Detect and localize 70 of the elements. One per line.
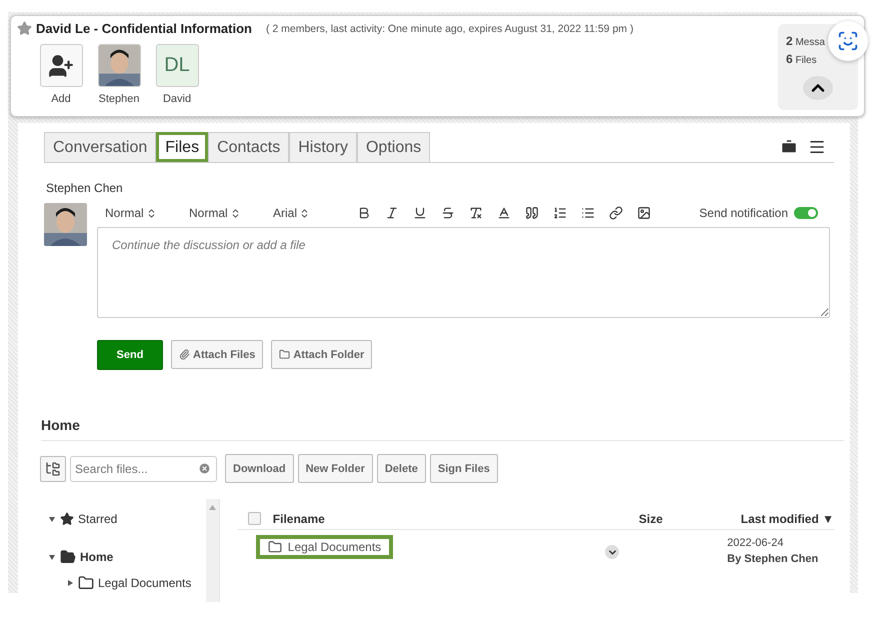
column-header[interactable]: Filename bbox=[272, 512, 639, 526]
attach-files-button[interactable]: Attach Files bbox=[171, 340, 264, 369]
author-name: Stephen Chen bbox=[46, 181, 124, 195]
tab[interactable]: Contacts bbox=[208, 132, 290, 162]
tab[interactable]: Options bbox=[356, 132, 430, 162]
scrollbar[interactable] bbox=[206, 499, 220, 602]
folder-icon bbox=[78, 575, 94, 591]
folder-icon bbox=[279, 349, 290, 360]
paperclip-icon bbox=[179, 349, 190, 360]
file-action-button[interactable]: Delete bbox=[376, 454, 426, 483]
link-icon[interactable] bbox=[609, 206, 623, 220]
tree-view-button[interactable] bbox=[40, 456, 66, 482]
column-header[interactable]: Size bbox=[638, 512, 741, 526]
add-user-icon bbox=[48, 52, 74, 78]
file-action-button[interactable]: New Folder bbox=[298, 454, 373, 483]
bullet-list-icon[interactable] bbox=[581, 206, 595, 220]
stat-count: 2 Messa bbox=[786, 34, 825, 48]
scan-button[interactable] bbox=[828, 21, 868, 61]
image-icon[interactable] bbox=[637, 206, 651, 220]
member-name: Stephen bbox=[98, 93, 140, 105]
text-color-icon[interactable] bbox=[497, 206, 511, 220]
search-field[interactable]: Search files... bbox=[70, 456, 217, 482]
notification-label: Send notification bbox=[699, 206, 788, 220]
send-button[interactable]: Send bbox=[97, 340, 163, 370]
caret-icon[interactable] bbox=[66, 579, 74, 587]
folder-icon bbox=[268, 540, 282, 554]
add-member-button[interactable] bbox=[40, 44, 82, 87]
collapse-button[interactable] bbox=[803, 76, 833, 100]
conversation-meta: ( 2 members, last activity: One minute ago, expires August 31, 2022 11:59 pm ) bbox=[266, 22, 634, 34]
quote-icon[interactable] bbox=[525, 206, 539, 220]
column-header[interactable]: Last modified ▼ bbox=[740, 512, 834, 526]
bold-icon[interactable] bbox=[357, 206, 371, 220]
tab[interactable]: History bbox=[289, 132, 357, 162]
file-name[interactable]: Legal Documents bbox=[256, 535, 394, 559]
dropdown-button[interactable] bbox=[605, 545, 620, 559]
section-heading: Home bbox=[41, 417, 844, 441]
italic-icon[interactable] bbox=[385, 206, 399, 220]
member-name: David bbox=[162, 93, 192, 105]
format-select[interactable]: Normal bbox=[189, 206, 259, 220]
stat-count: 6 Files bbox=[786, 52, 817, 66]
tree-item[interactable]: Legal Documents bbox=[66, 572, 206, 594]
caret-icon[interactable] bbox=[48, 515, 56, 523]
message-field[interactable]: Continue the discussion or add a file bbox=[97, 227, 830, 318]
notification-toggle[interactable] bbox=[794, 207, 818, 219]
member-name: Add bbox=[51, 93, 71, 105]
star-icon bbox=[60, 512, 74, 526]
modified-cell-text: 2022-06-24 By Stephen Chen bbox=[727, 536, 818, 567]
format-select[interactable]: Arial bbox=[273, 206, 343, 220]
folder-tree-icon bbox=[45, 460, 61, 476]
tab[interactable]: Files bbox=[156, 132, 208, 162]
tree-item[interactable]: Starred bbox=[48, 508, 206, 530]
conversation-title: David Le - Confidential Information bbox=[36, 21, 252, 36]
tab[interactable]: Conversation bbox=[44, 132, 156, 162]
briefcase-icon[interactable] bbox=[780, 138, 798, 156]
file-action-button[interactable]: Sign Files bbox=[430, 454, 498, 483]
underline-icon[interactable] bbox=[413, 206, 427, 220]
member-avatar[interactable]: DL bbox=[156, 44, 198, 87]
star-icon[interactable] bbox=[17, 21, 32, 36]
folder-icon bbox=[60, 549, 76, 565]
scan-icon bbox=[837, 30, 859, 52]
caret-icon[interactable] bbox=[48, 553, 56, 561]
select-all-checkbox[interactable] bbox=[248, 512, 261, 525]
numbered-list-icon[interactable] bbox=[553, 206, 567, 220]
file-action-button[interactable]: Download bbox=[225, 454, 294, 483]
format-select[interactable]: Normal bbox=[105, 206, 175, 220]
tree-item[interactable]: Home bbox=[48, 546, 206, 568]
member-avatar[interactable] bbox=[98, 44, 140, 87]
attach-folder-button[interactable]: Attach Folder bbox=[271, 340, 372, 369]
clear-format-icon[interactable] bbox=[469, 206, 483, 220]
strikethrough-icon[interactable] bbox=[441, 206, 455, 220]
